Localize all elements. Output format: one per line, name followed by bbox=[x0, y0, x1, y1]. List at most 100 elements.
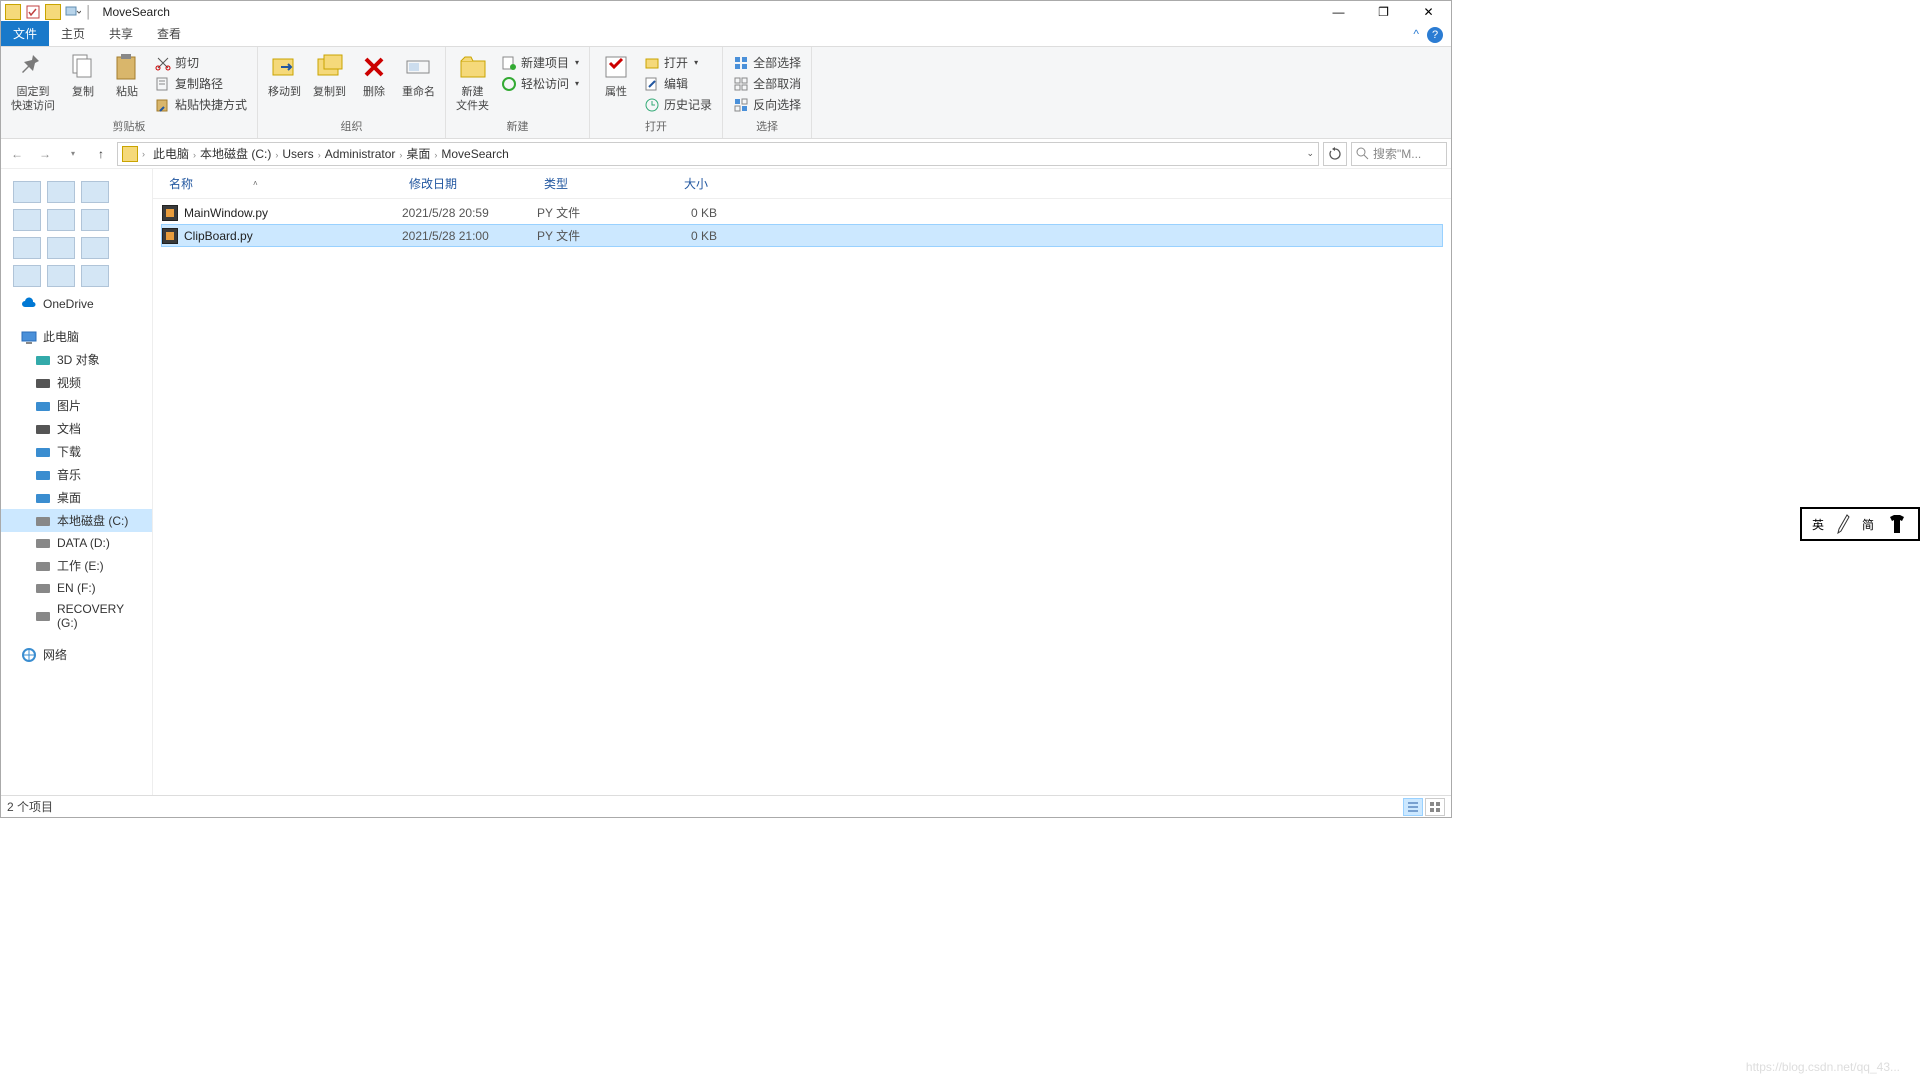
quick-access-thumb[interactable] bbox=[81, 181, 109, 203]
breadcrumb-segment[interactable]: 此电脑 bbox=[149, 145, 193, 163]
invert-selection-button[interactable]: 反向选择 bbox=[729, 95, 805, 114]
forward-button[interactable]: → bbox=[33, 142, 57, 166]
column-header-date[interactable]: 修改日期 bbox=[401, 173, 536, 194]
nav-item-label: 图片 bbox=[57, 397, 81, 414]
qat-checkbox-icon[interactable] bbox=[25, 4, 41, 20]
maximize-button[interactable]: ❐ bbox=[1361, 1, 1406, 23]
nav-item-icon bbox=[35, 513, 51, 529]
delete-button[interactable]: 删除 bbox=[354, 49, 394, 101]
group-new: 新建 文件夹 新建项目▾ 轻松访问▾ 新建 bbox=[446, 47, 590, 138]
chevron-down-icon[interactable]: ⌄ bbox=[1306, 148, 1314, 159]
quick-access-thumb[interactable] bbox=[47, 209, 75, 231]
nav-item-pictures[interactable]: 图片 bbox=[1, 394, 152, 417]
quick-access-thumb[interactable] bbox=[47, 237, 75, 259]
move-to-button[interactable]: 移动到 bbox=[264, 49, 305, 101]
column-header-name[interactable]: 名称˄ bbox=[161, 173, 401, 194]
up-button[interactable]: ↑ bbox=[89, 142, 113, 166]
nav-item-videos[interactable]: 视频 bbox=[1, 371, 152, 394]
chevron-down-icon: ▾ bbox=[694, 58, 698, 67]
pin-quickaccess-button[interactable]: 固定到 快速访问 bbox=[7, 49, 59, 115]
select-none-button[interactable]: 全部取消 bbox=[729, 74, 805, 93]
properties-button[interactable]: 属性 bbox=[596, 49, 636, 101]
tab-file[interactable]: 文件 bbox=[1, 21, 49, 46]
cut-button[interactable]: 剪切 bbox=[151, 53, 251, 72]
edit-button[interactable]: 编辑 bbox=[640, 74, 716, 93]
close-button[interactable]: ✕ bbox=[1406, 1, 1451, 23]
search-input[interactable]: 搜索"M... bbox=[1351, 142, 1447, 166]
quick-access-thumb[interactable] bbox=[13, 237, 41, 259]
recent-dropdown[interactable]: ▾ bbox=[61, 142, 85, 166]
column-header-size[interactable]: 大小 bbox=[646, 173, 716, 194]
quick-access-thumb[interactable] bbox=[13, 265, 41, 287]
navigation-pane[interactable]: OneDrive 此电脑 3D 对象视频图片文档下载音乐桌面本地磁盘 (C:)D… bbox=[1, 169, 153, 795]
nav-onedrive[interactable]: OneDrive bbox=[1, 293, 152, 315]
nav-item-downloads[interactable]: 下载 bbox=[1, 440, 152, 463]
new-folder-button[interactable]: 新建 文件夹 bbox=[452, 49, 493, 115]
breadcrumb-segment[interactable]: 本地磁盘 (C:) bbox=[196, 145, 275, 163]
paste-shortcut-button[interactable]: 粘贴快捷方式 bbox=[151, 95, 251, 114]
paste-button[interactable]: 粘贴 bbox=[107, 49, 147, 101]
history-button[interactable]: 历史记录 bbox=[640, 95, 716, 114]
rename-button[interactable]: 重命名 bbox=[398, 49, 439, 101]
select-all-button[interactable]: 全部选择 bbox=[729, 53, 805, 72]
folder-icon bbox=[5, 4, 21, 20]
address-bar[interactable]: › 此电脑›本地磁盘 (C:)›Users›Administrator›桌面›M… bbox=[117, 142, 1319, 166]
nav-item-label: 视频 bbox=[57, 374, 81, 391]
nav-item-c[interactable]: 本地磁盘 (C:) bbox=[1, 509, 152, 532]
file-row[interactable]: ClipBoard.py2021/5/28 21:00PY 文件0 KB bbox=[161, 224, 1443, 247]
nav-item-3d[interactable]: 3D 对象 bbox=[1, 348, 152, 371]
copy-to-button[interactable]: 复制到 bbox=[309, 49, 350, 101]
quick-access-thumb[interactable] bbox=[81, 237, 109, 259]
nav-network[interactable]: 网络 bbox=[1, 643, 152, 666]
ime-lang-label: 英 bbox=[1812, 516, 1824, 533]
nav-item-g[interactable]: RECOVERY (G:) bbox=[1, 599, 152, 633]
chevron-right-icon[interactable]: › bbox=[142, 149, 145, 159]
quick-access-thumb[interactable] bbox=[81, 209, 109, 231]
breadcrumb-segment[interactable]: Users bbox=[278, 145, 317, 163]
quick-access-thumb[interactable] bbox=[47, 181, 75, 203]
nav-item-desktop[interactable]: 桌面 bbox=[1, 486, 152, 509]
nav-item-icon bbox=[35, 352, 51, 368]
quick-access-thumb[interactable] bbox=[13, 181, 41, 203]
open-button[interactable]: 打开▾ bbox=[640, 53, 716, 72]
quick-access-thumb[interactable] bbox=[81, 265, 109, 287]
quick-access-thumbs bbox=[1, 175, 152, 293]
copy-path-button[interactable]: 复制路径 bbox=[151, 74, 251, 93]
breadcrumb-segment[interactable]: 桌面 bbox=[402, 145, 434, 163]
search-placeholder: 搜索"M... bbox=[1373, 145, 1421, 162]
easy-access-button[interactable]: 轻松访问▾ bbox=[497, 74, 583, 93]
help-icon[interactable]: ? bbox=[1427, 27, 1443, 43]
tab-view[interactable]: 查看 bbox=[145, 21, 193, 46]
copy-button[interactable]: 复制 bbox=[63, 49, 103, 101]
new-item-button[interactable]: 新建项目▾ bbox=[497, 53, 583, 72]
breadcrumb-segment[interactable]: MoveSearch bbox=[437, 145, 512, 163]
ime-overlay[interactable]: 英 简 bbox=[1800, 507, 1920, 541]
file-name-label: MainWindow.py bbox=[184, 206, 268, 220]
nav-item-documents[interactable]: 文档 bbox=[1, 417, 152, 440]
ribbon-collapse-icon[interactable]: ^ bbox=[1413, 27, 1419, 43]
column-header-type[interactable]: 类型 bbox=[536, 173, 646, 194]
copy-icon bbox=[67, 51, 99, 83]
nav-item-f[interactable]: EN (F:) bbox=[1, 577, 152, 599]
nav-item-music[interactable]: 音乐 bbox=[1, 463, 152, 486]
details-view-button[interactable] bbox=[1403, 798, 1423, 816]
minimize-button[interactable]: — bbox=[1316, 1, 1361, 23]
quick-access-thumb[interactable] bbox=[47, 265, 75, 287]
thumbnail-view-button[interactable] bbox=[1425, 798, 1445, 816]
nav-item-e[interactable]: 工作 (E:) bbox=[1, 554, 152, 577]
nav-this-pc[interactable]: 此电脑 bbox=[1, 325, 152, 348]
back-button[interactable]: ← bbox=[5, 142, 29, 166]
tab-home[interactable]: 主页 bbox=[49, 21, 97, 46]
quick-access-thumb[interactable] bbox=[13, 209, 41, 231]
qat-folder-icon[interactable] bbox=[45, 4, 61, 20]
cloud-icon bbox=[21, 296, 37, 312]
nav-item-d[interactable]: DATA (D:) bbox=[1, 532, 152, 554]
group-select-label: 选择 bbox=[729, 118, 805, 136]
titlebar-left: │ MoveSearch bbox=[5, 4, 170, 20]
file-list-body[interactable]: MainWindow.py2021/5/28 20:59PY 文件0 KBCli… bbox=[153, 199, 1451, 795]
refresh-button[interactable] bbox=[1323, 142, 1347, 166]
file-row[interactable]: MainWindow.py2021/5/28 20:59PY 文件0 KB bbox=[161, 201, 1443, 224]
qat-dropdown-icon[interactable] bbox=[65, 4, 81, 20]
tab-share[interactable]: 共享 bbox=[97, 21, 145, 46]
breadcrumb-segment[interactable]: Administrator bbox=[321, 145, 400, 163]
